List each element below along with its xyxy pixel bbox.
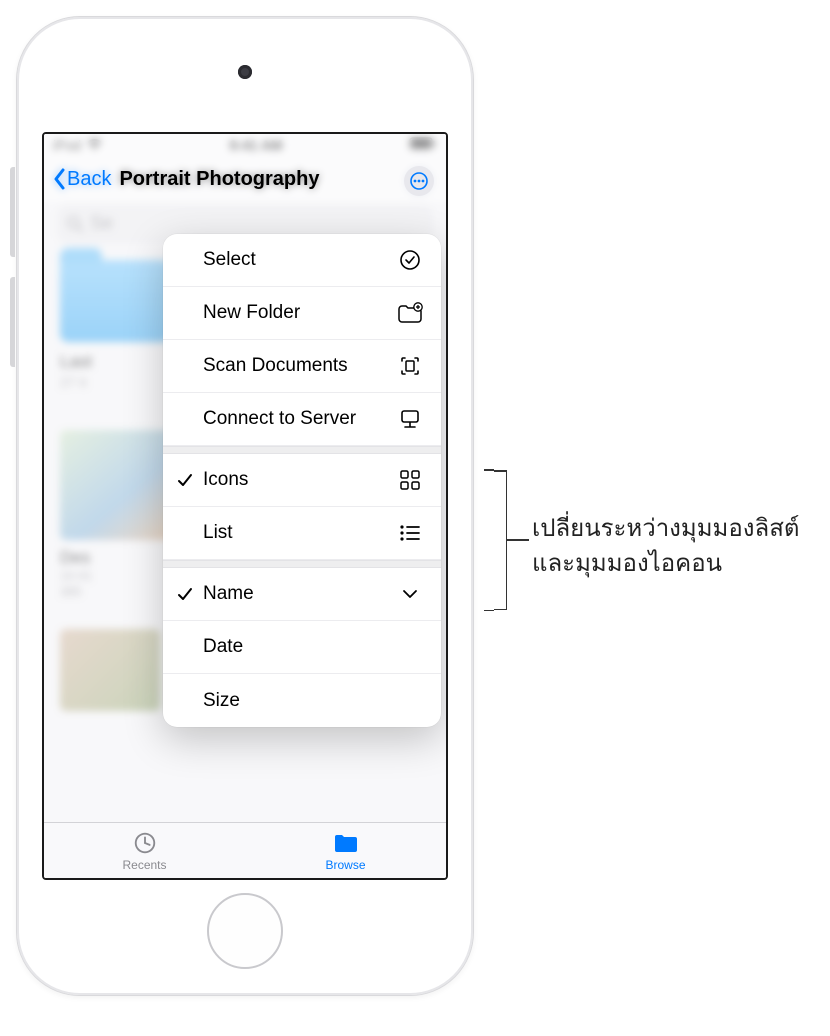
menu-item-scan-documents[interactable]: Scan Documents xyxy=(163,340,441,393)
menu-item-sort-name[interactable]: Name xyxy=(163,568,441,621)
chevron-down-icon xyxy=(397,581,423,607)
front-camera xyxy=(238,65,252,79)
tab-recents[interactable]: Recents xyxy=(44,823,245,878)
menu-item-view-icons[interactable]: Icons xyxy=(163,454,441,507)
menu-item-select[interactable]: Select xyxy=(163,234,441,287)
ipod-device-frame: iPod 9:41 AM Back Portrait Photography xyxy=(16,16,474,996)
menu-item-sort-size[interactable]: Size xyxy=(163,674,441,727)
callout-connector xyxy=(507,539,529,541)
folder-icon xyxy=(332,830,360,856)
folder-plus-icon xyxy=(397,300,423,326)
checkmark-icon xyxy=(177,472,193,488)
tab-label: Recents xyxy=(122,858,166,872)
device-screen: iPod 9:41 AM Back Portrait Photography xyxy=(42,132,448,880)
callout-annotation: เปลี่ยนระหว่างมุมมองลิสต์ และมุมมองไอคอน xyxy=(532,512,799,582)
home-button[interactable] xyxy=(207,893,283,969)
scan-icon xyxy=(397,353,423,379)
server-icon xyxy=(397,406,423,432)
clock-icon xyxy=(131,830,159,856)
tab-label: Browse xyxy=(325,858,365,872)
menu-item-connect-server[interactable]: Connect to Server xyxy=(163,393,441,446)
more-button[interactable] xyxy=(404,166,434,196)
menu-item-new-folder[interactable]: New Folder xyxy=(163,287,441,340)
menu-item-sort-date[interactable]: Date xyxy=(163,621,441,674)
context-menu: Select New Folder Scan Documents Connect… xyxy=(163,234,441,727)
grid-icon xyxy=(397,467,423,493)
list-icon xyxy=(397,520,423,546)
tab-bar: Recents Browse xyxy=(44,822,446,878)
menu-item-view-list[interactable]: List xyxy=(163,507,441,560)
checkmark-icon xyxy=(177,586,193,602)
select-circle-icon xyxy=(397,247,423,273)
back-button[interactable]: Back xyxy=(52,168,111,191)
menu-separator xyxy=(163,446,441,454)
callout-bracket xyxy=(485,470,507,610)
tab-browse[interactable]: Browse xyxy=(245,823,446,878)
menu-separator xyxy=(163,560,441,568)
